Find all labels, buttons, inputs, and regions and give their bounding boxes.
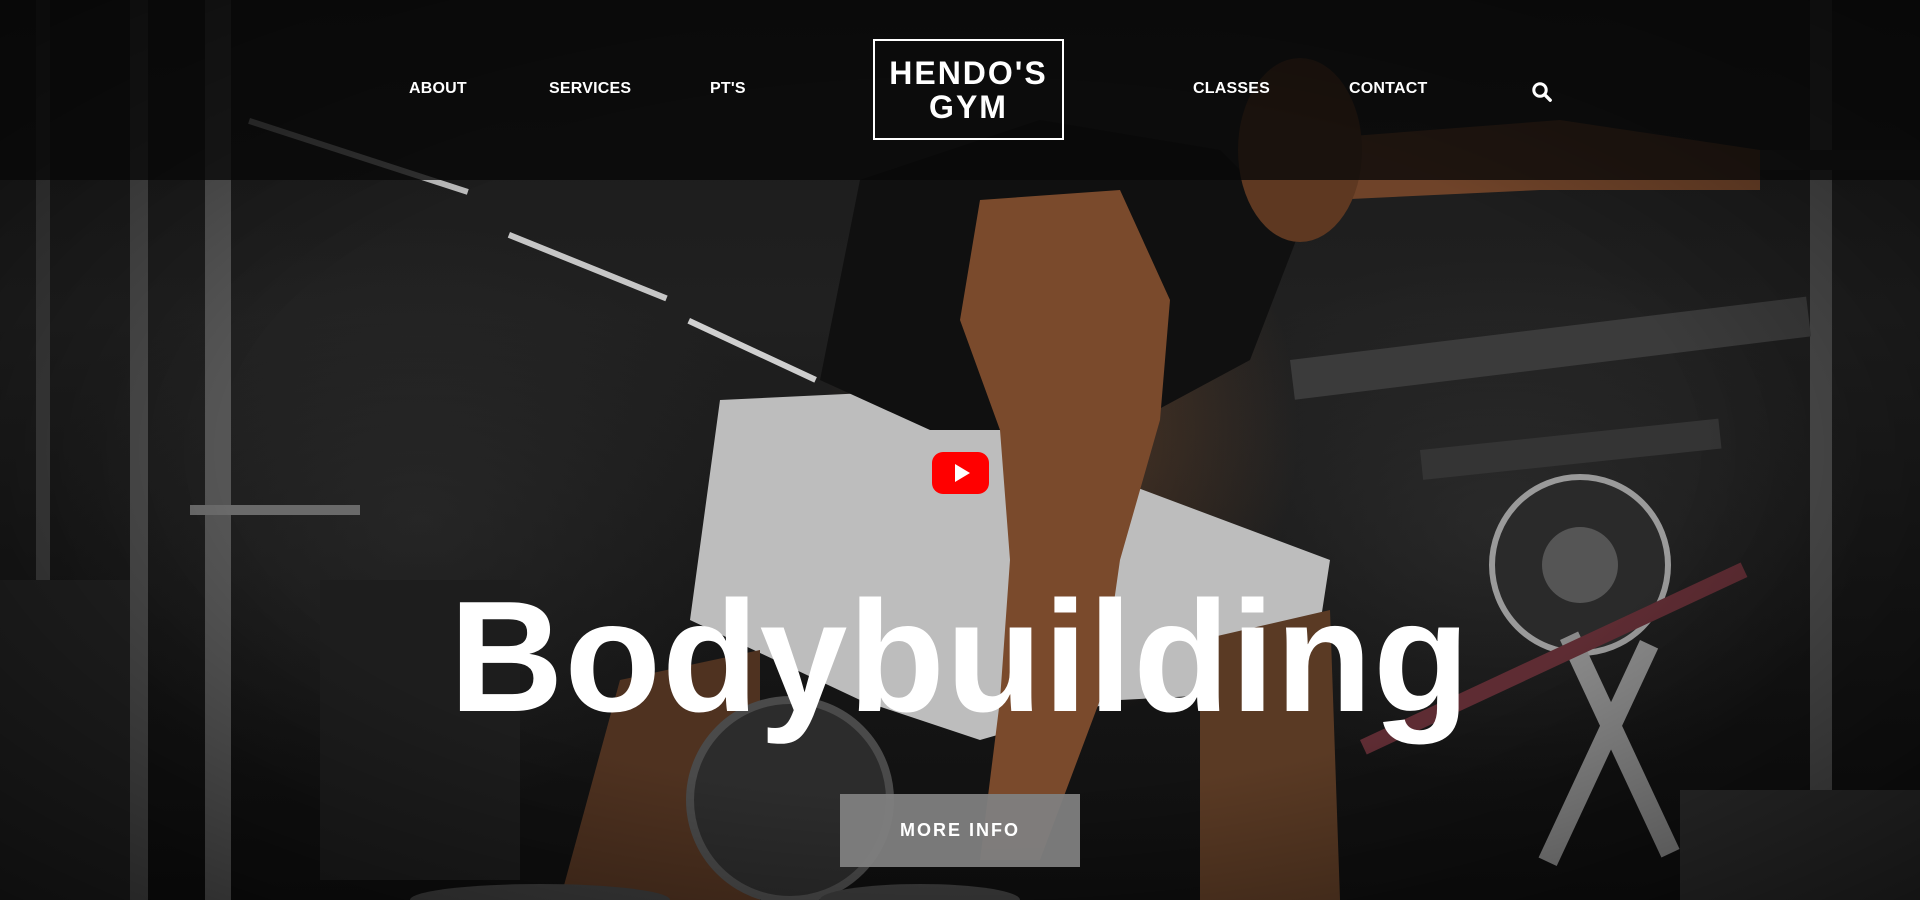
nav-services[interactable]: SERVICES xyxy=(549,80,631,98)
site-header: ABOUT SERVICES PT'S HENDO'S GYM CLASSES … xyxy=(0,0,1920,180)
more-info-button[interactable]: MORE INFO xyxy=(840,794,1080,867)
hero-title: Bodybuilding xyxy=(449,569,1471,745)
page: ABOUT SERVICES PT'S HENDO'S GYM CLASSES … xyxy=(0,0,1920,900)
play-triangle xyxy=(954,464,970,482)
nav-pts[interactable]: PT'S xyxy=(710,80,746,98)
nav-classes[interactable]: CLASSES xyxy=(1193,80,1270,98)
youtube-play-icon[interactable] xyxy=(932,452,989,494)
logo-line-1: HENDO'S xyxy=(889,54,1048,91)
site-logo[interactable]: HENDO'S GYM xyxy=(873,39,1064,140)
nav-about[interactable]: ABOUT xyxy=(409,80,467,98)
search-icon xyxy=(1532,82,1552,102)
search-button[interactable] xyxy=(1531,81,1553,103)
logo-line-2: GYM xyxy=(929,88,1008,125)
nav-contact[interactable]: CONTACT xyxy=(1349,80,1427,98)
